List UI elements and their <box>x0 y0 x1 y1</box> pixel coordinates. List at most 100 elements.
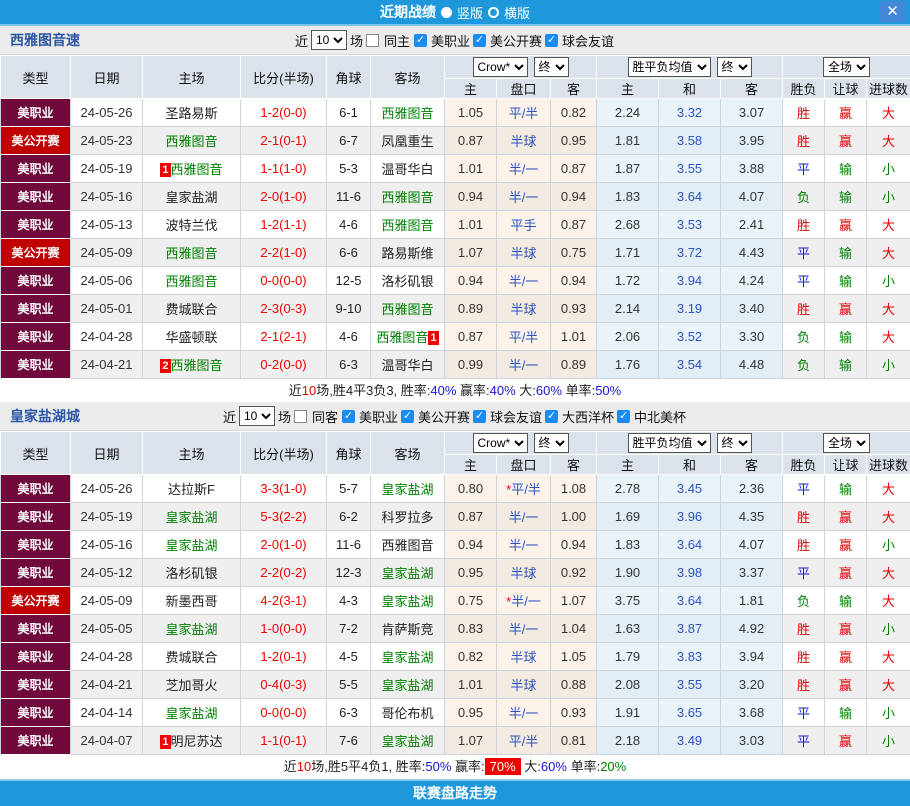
rank-badge: 2 <box>160 359 170 373</box>
odds-home: 0.94 <box>445 531 497 559</box>
league-checkbox-label: 球会友谊 <box>490 407 542 426</box>
league-checkbox[interactable]: ✓ <box>617 410 630 423</box>
away-team: 皇家盐湖 <box>371 643 445 671</box>
page-title: 近期战绩 <box>380 2 436 22</box>
league-checkbox[interactable]: ✓ <box>342 410 355 423</box>
scope-select[interactable]: 全场 <box>823 57 870 77</box>
avg-draw: 3.98 <box>659 559 721 587</box>
horizontal-layout-label[interactable]: 横版 <box>504 3 530 22</box>
odds-home: 1.07 <box>445 239 497 267</box>
odds-away: 0.94 <box>551 183 597 211</box>
league-badge: 美职业 <box>1 155 71 183</box>
avg-home: 2.18 <box>597 727 659 755</box>
rank-badge: 1 <box>160 735 170 749</box>
league-checkbox[interactable]: ✓ <box>545 410 558 423</box>
same-home-checkbox[interactable] <box>366 34 379 47</box>
handicap: 半/一 <box>497 155 551 183</box>
avg-stage-select[interactable]: 终 <box>717 57 752 77</box>
league-checkbox[interactable]: ✓ <box>401 410 414 423</box>
league-checkbox[interactable]: ✓ <box>473 410 486 423</box>
league-badge: 美职业 <box>1 727 71 755</box>
avg-draw: 3.49 <box>659 727 721 755</box>
avg-home: 1.91 <box>597 699 659 727</box>
home-team: 达拉斯F <box>143 475 241 503</box>
corner-score: 5-3 <box>327 155 371 183</box>
summary-segment: 场,胜5平4负1, 胜率: <box>311 759 425 774</box>
score: 5-3(2-2) <box>241 503 327 531</box>
col-corner: 角球 <box>327 56 371 99</box>
match-date: 24-05-16 <box>71 531 143 559</box>
close-icon[interactable]: ✕ <box>880 1 905 22</box>
bookmaker-select[interactable]: Crow* <box>473 57 528 77</box>
vertical-layout-label[interactable]: 竖版 <box>457 3 483 22</box>
result-handicap: 赢 <box>825 615 867 643</box>
avg-home: 1.69 <box>597 503 659 531</box>
away-team-name: 温哥华白 <box>381 162 433 177</box>
corner-score: 6-1 <box>327 99 371 127</box>
league-checkbox-label: 美公开赛 <box>490 31 542 50</box>
bookmaker-select[interactable]: Crow* <box>473 433 528 453</box>
handicap: 半/一 <box>497 699 551 727</box>
corner-score: 4-3 <box>327 587 371 615</box>
match-row: 美职业24-04-14皇家盐湖0-0(0-0)6-3哥伦布机0.95半/一0.9… <box>1 699 910 727</box>
scope-select[interactable]: 全场 <box>823 433 870 453</box>
handicap: 半/一 <box>497 183 551 211</box>
match-count-select[interactable]: 10 <box>239 406 275 426</box>
result-wdl: 胜 <box>783 295 825 323</box>
match-date: 24-05-09 <box>71 239 143 267</box>
home-team: 西雅图音 <box>143 267 241 295</box>
result-goals: 大 <box>867 127 910 155</box>
odds-home: 0.95 <box>445 699 497 727</box>
result-wdl: 负 <box>783 323 825 351</box>
handicap: 平/半 <box>497 323 551 351</box>
league-checkbox[interactable]: ✓ <box>545 34 558 47</box>
home-team: 费城联合 <box>143 643 241 671</box>
odds-away: 0.82 <box>551 99 597 127</box>
result-wdl: 胜 <box>783 211 825 239</box>
home-team: 华盛顿联 <box>143 323 241 351</box>
score: 2-3(0-3) <box>241 295 327 323</box>
summary-segment: 70% <box>485 758 521 775</box>
away-team-name: 皇家盐湖 <box>381 734 433 749</box>
match-date: 24-04-21 <box>71 671 143 699</box>
odds-away: 0.89 <box>551 351 597 379</box>
handicap: 平/半 <box>497 727 551 755</box>
league-checkbox[interactable]: ✓ <box>414 34 427 47</box>
odds-stage-select[interactable]: 终 <box>534 433 569 453</box>
avg-odds-select[interactable]: 胜平负均值 <box>628 57 711 77</box>
horizontal-layout-radio[interactable] <box>488 7 499 18</box>
avg-draw: 3.83 <box>659 643 721 671</box>
away-team-name: 西雅图音 <box>376 330 428 345</box>
avg-away: 4.92 <box>721 615 783 643</box>
avg-home: 1.72 <box>597 267 659 295</box>
match-row: 美公开赛24-05-23西雅图音2-1(0-1)6-7凤凰重生0.87半球0.9… <box>1 127 910 155</box>
away-team: 皇家盐湖 <box>371 587 445 615</box>
avg-home: 2.14 <box>597 295 659 323</box>
score: 1-1(1-0) <box>241 155 327 183</box>
summary-segment: 50% <box>595 383 621 398</box>
match-date: 24-05-12 <box>71 559 143 587</box>
rank-badge: 1 <box>160 163 170 177</box>
odds-away: 1.04 <box>551 615 597 643</box>
handicap: 半球 <box>497 239 551 267</box>
score: 0-0(0-0) <box>241 267 327 295</box>
avg-home: 3.75 <box>597 587 659 615</box>
handicap: 半/一 <box>497 351 551 379</box>
league-badge: 美职业 <box>1 559 71 587</box>
score: 1-2(0-1) <box>241 643 327 671</box>
match-row: 美职业24-05-16皇家盐湖2-0(1-0)11-6西雅图音0.94半/一0.… <box>1 531 910 559</box>
vertical-layout-radio[interactable] <box>441 7 452 18</box>
away-team-name: 西雅图音 <box>381 218 433 233</box>
same-away-checkbox[interactable] <box>294 410 307 423</box>
league-checkbox[interactable]: ✓ <box>473 34 486 47</box>
avg-away: 3.03 <box>721 727 783 755</box>
avg-stage-select[interactable]: 终 <box>717 433 752 453</box>
odds-stage-select[interactable]: 终 <box>534 57 569 77</box>
result-wdl: 胜 <box>783 503 825 531</box>
result-wdl: 平 <box>783 475 825 503</box>
avg-odds-select[interactable]: 胜平负均值 <box>628 433 711 453</box>
odds-away: 0.88 <box>551 671 597 699</box>
match-count-select[interactable]: 10 <box>311 30 347 50</box>
match-date: 24-05-26 <box>71 475 143 503</box>
result-wdl: 平 <box>783 155 825 183</box>
